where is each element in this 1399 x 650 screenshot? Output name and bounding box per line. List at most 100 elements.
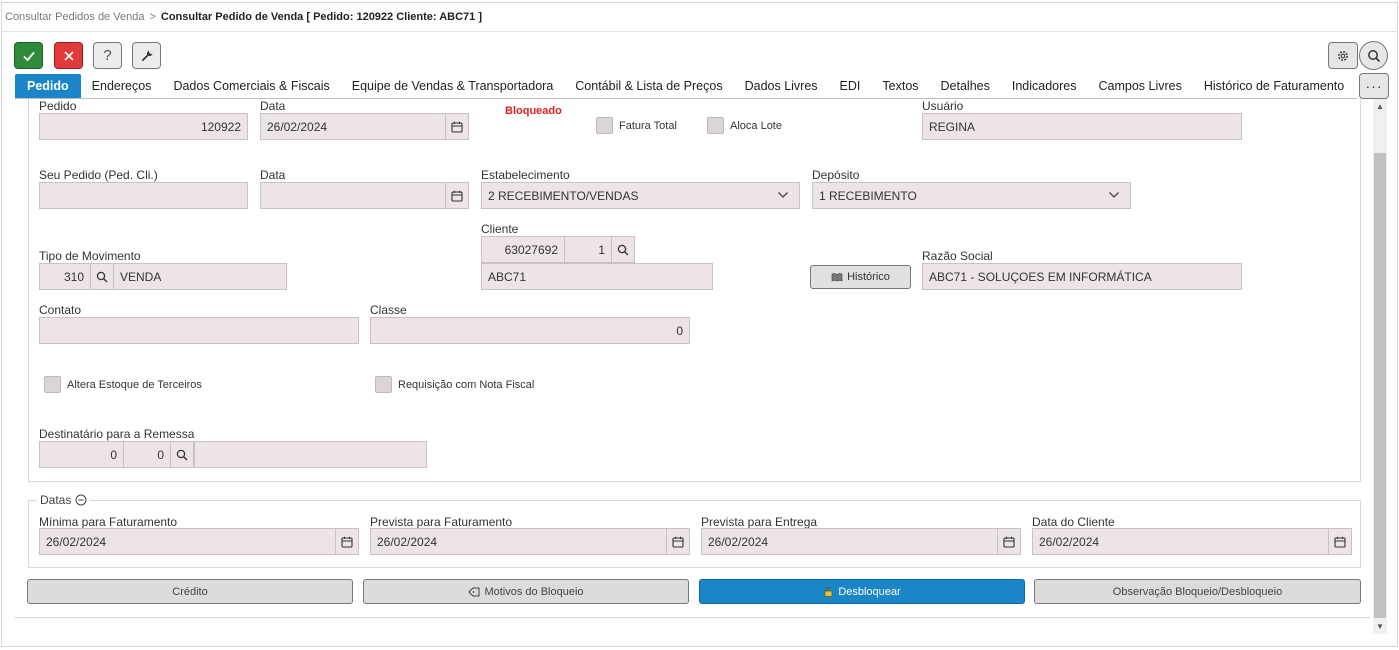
deposito-label: Depósito — [812, 168, 860, 182]
fatura-total-checkbox[interactable] — [596, 117, 613, 134]
data-cliente-label: Data do Cliente — [1032, 515, 1115, 529]
prevista-faturamento-field[interactable]: 26/02/2024 — [370, 528, 667, 555]
observacao-bloqueio-button[interactable]: Observação Bloqueio/Desbloqueio — [1034, 579, 1361, 604]
breadcrumb-parent[interactable]: Consultar Pedidos de Venda — [5, 11, 144, 23]
calendar-icon — [1003, 536, 1015, 548]
tab-dados-livres[interactable]: Dados Livres — [734, 74, 829, 98]
usuario-field[interactable]: REGINA — [922, 113, 1242, 140]
historico-button-label: Histórico — [847, 271, 890, 283]
minima-faturamento-field[interactable]: 26/02/2024 — [39, 528, 336, 555]
breadcrumb-current: Consultar Pedido de Venda [ Pedido: 1209… — [160, 11, 482, 23]
data-field[interactable]: 26/02/2024 — [260, 113, 446, 140]
calendar-icon — [1334, 536, 1346, 548]
contato-label: Contato — [39, 303, 82, 317]
calendar-icon — [341, 536, 353, 548]
search-button[interactable] — [1359, 41, 1388, 70]
minima-faturamento-label: Mínima para Faturamento — [39, 515, 178, 529]
confirm-button[interactable] — [14, 42, 43, 69]
more-tabs-button[interactable]: ··· — [1359, 73, 1389, 99]
seu-pedido-field[interactable] — [39, 182, 248, 209]
altera-estoque-checkbox[interactable] — [44, 376, 61, 393]
tab-contabil[interactable]: Contábil & Lista de Preços — [564, 74, 733, 98]
cliente-label: Cliente — [481, 222, 519, 236]
aloca-lote-label: Aloca Lote — [730, 120, 782, 132]
header-divider — [1, 31, 1398, 32]
desbloquear-button[interactable]: Desbloquear — [699, 579, 1025, 604]
destinatario-seq-field[interactable]: 0 — [123, 441, 171, 468]
cliente-search-button[interactable] — [611, 236, 635, 263]
razao-social-label: Razão Social — [922, 249, 993, 263]
calendar-icon — [451, 121, 463, 133]
collapse-minus-icon — [75, 494, 87, 506]
cliente-seq-field[interactable]: 1 — [564, 236, 612, 263]
settings-button[interactable] — [1328, 42, 1358, 69]
breadcrumb-separator: > — [149, 11, 156, 23]
datas-legend[interactable]: Datas — [37, 493, 91, 507]
tab-campos-livres[interactable]: Campos Livres — [1088, 74, 1193, 98]
estabelecimento-label: Estabelecimento — [481, 168, 570, 182]
prevista-entrega-field[interactable]: 26/02/2024 — [701, 528, 998, 555]
razao-social-field[interactable]: ABC71 - SOLUÇOES EM INFORMÁTICA — [922, 263, 1242, 290]
observacao-bloqueio-label: Observação Bloqueio/Desbloqueio — [1112, 585, 1283, 598]
desbloquear-label: Desbloquear — [838, 585, 901, 598]
tab-indicadores[interactable]: Indicadores — [1001, 74, 1088, 98]
tab-enderecos[interactable]: Endereços — [81, 74, 163, 98]
motivos-bloqueio-button[interactable]: Motivos do Bloqueio — [363, 579, 689, 604]
usuario-label: Usuário — [922, 99, 964, 113]
ellipsis-icon: ··· — [1365, 78, 1383, 94]
tipo-movimento-label: Tipo de Movimento — [39, 249, 141, 263]
credito-button[interactable]: Crédito — [27, 579, 353, 604]
classe-field[interactable]: 0 — [370, 317, 690, 344]
destinatario-search-button[interactable] — [170, 441, 194, 468]
cliente-code-field[interactable]: 63027692 — [481, 236, 565, 263]
tag-icon — [468, 587, 480, 596]
destinatario-code-field[interactable]: 0 — [39, 441, 124, 468]
scroll-up-arrow-icon[interactable]: ▲ — [1376, 102, 1384, 111]
tab-textos[interactable]: Textos — [871, 74, 929, 98]
motivos-bloqueio-label: Motivos do Bloqueio — [484, 585, 584, 598]
cliente-name-field[interactable]: ABC71 — [481, 263, 713, 290]
data-cliente-field[interactable]: 26/02/2024 — [1032, 528, 1329, 555]
data-label: Data — [260, 99, 286, 113]
data-calendar-button[interactable] — [445, 113, 469, 140]
aloca-lote-checkbox[interactable] — [707, 117, 724, 134]
search-icon — [176, 449, 188, 460]
tab-edi[interactable]: EDI — [829, 74, 872, 98]
tab-detalhes[interactable]: Detalhes — [930, 74, 1001, 98]
scrollbar-thumb[interactable] — [1374, 153, 1386, 618]
destinatario-desc-field[interactable] — [194, 441, 427, 468]
pedido-field[interactable]: 120922 — [39, 113, 248, 140]
chevron-down-icon — [1109, 192, 1119, 198]
destinatario-label: Destinatário para a Remessa — [39, 427, 195, 441]
cancel-button[interactable] — [54, 42, 83, 69]
calendar-icon — [672, 536, 684, 548]
tipo-movimento-search-button[interactable] — [90, 263, 114, 290]
tab-historico-faturamento[interactable]: Histórico de Faturamento — [1193, 74, 1355, 98]
minima-calendar-button[interactable] — [335, 528, 359, 555]
historico-button[interactable]: Histórico — [810, 265, 911, 289]
tab-pedido[interactable]: Pedido — [15, 74, 81, 98]
tipo-movimento-code-field[interactable]: 310 — [39, 263, 91, 290]
prevista-faturamento-label: Prevista para Faturamento — [370, 515, 513, 529]
tipo-movimento-desc-field[interactable]: VENDA — [113, 263, 287, 290]
help-button[interactable]: ? — [93, 42, 122, 69]
pedido-label: Pedido — [39, 99, 77, 113]
contato-field[interactable] — [39, 317, 359, 344]
pedido-panel — [28, 99, 1361, 482]
scroll-down-arrow-icon[interactable]: ▼ — [1376, 622, 1384, 631]
deposito-value: 1 RECEBIMENTO — [819, 188, 917, 203]
prev-fat-calendar-button[interactable] — [666, 528, 690, 555]
estabelecimento-select[interactable]: 2 RECEBIMENTO/VENDAS — [481, 182, 800, 209]
prev-ent-calendar-button[interactable] — [997, 528, 1021, 555]
deposito-select[interactable]: 1 RECEBIMENTO — [812, 182, 1131, 209]
tab-dados-comerciais[interactable]: Dados Comerciais & Fiscais — [162, 74, 340, 98]
data-cliente-calendar-button[interactable] — [1328, 528, 1352, 555]
tools-button[interactable] — [132, 42, 161, 69]
tab-bar: Pedido Endereços Dados Comerciais & Fisc… — [15, 74, 1355, 98]
data2-calendar-button[interactable] — [445, 182, 469, 209]
data2-field[interactable] — [260, 182, 446, 209]
requisicao-checkbox[interactable] — [375, 376, 392, 393]
tab-equipe-vendas[interactable]: Equipe de Vendas & Transportadora — [341, 74, 565, 98]
bottom-divider — [15, 617, 1370, 618]
search-icon — [96, 271, 108, 282]
